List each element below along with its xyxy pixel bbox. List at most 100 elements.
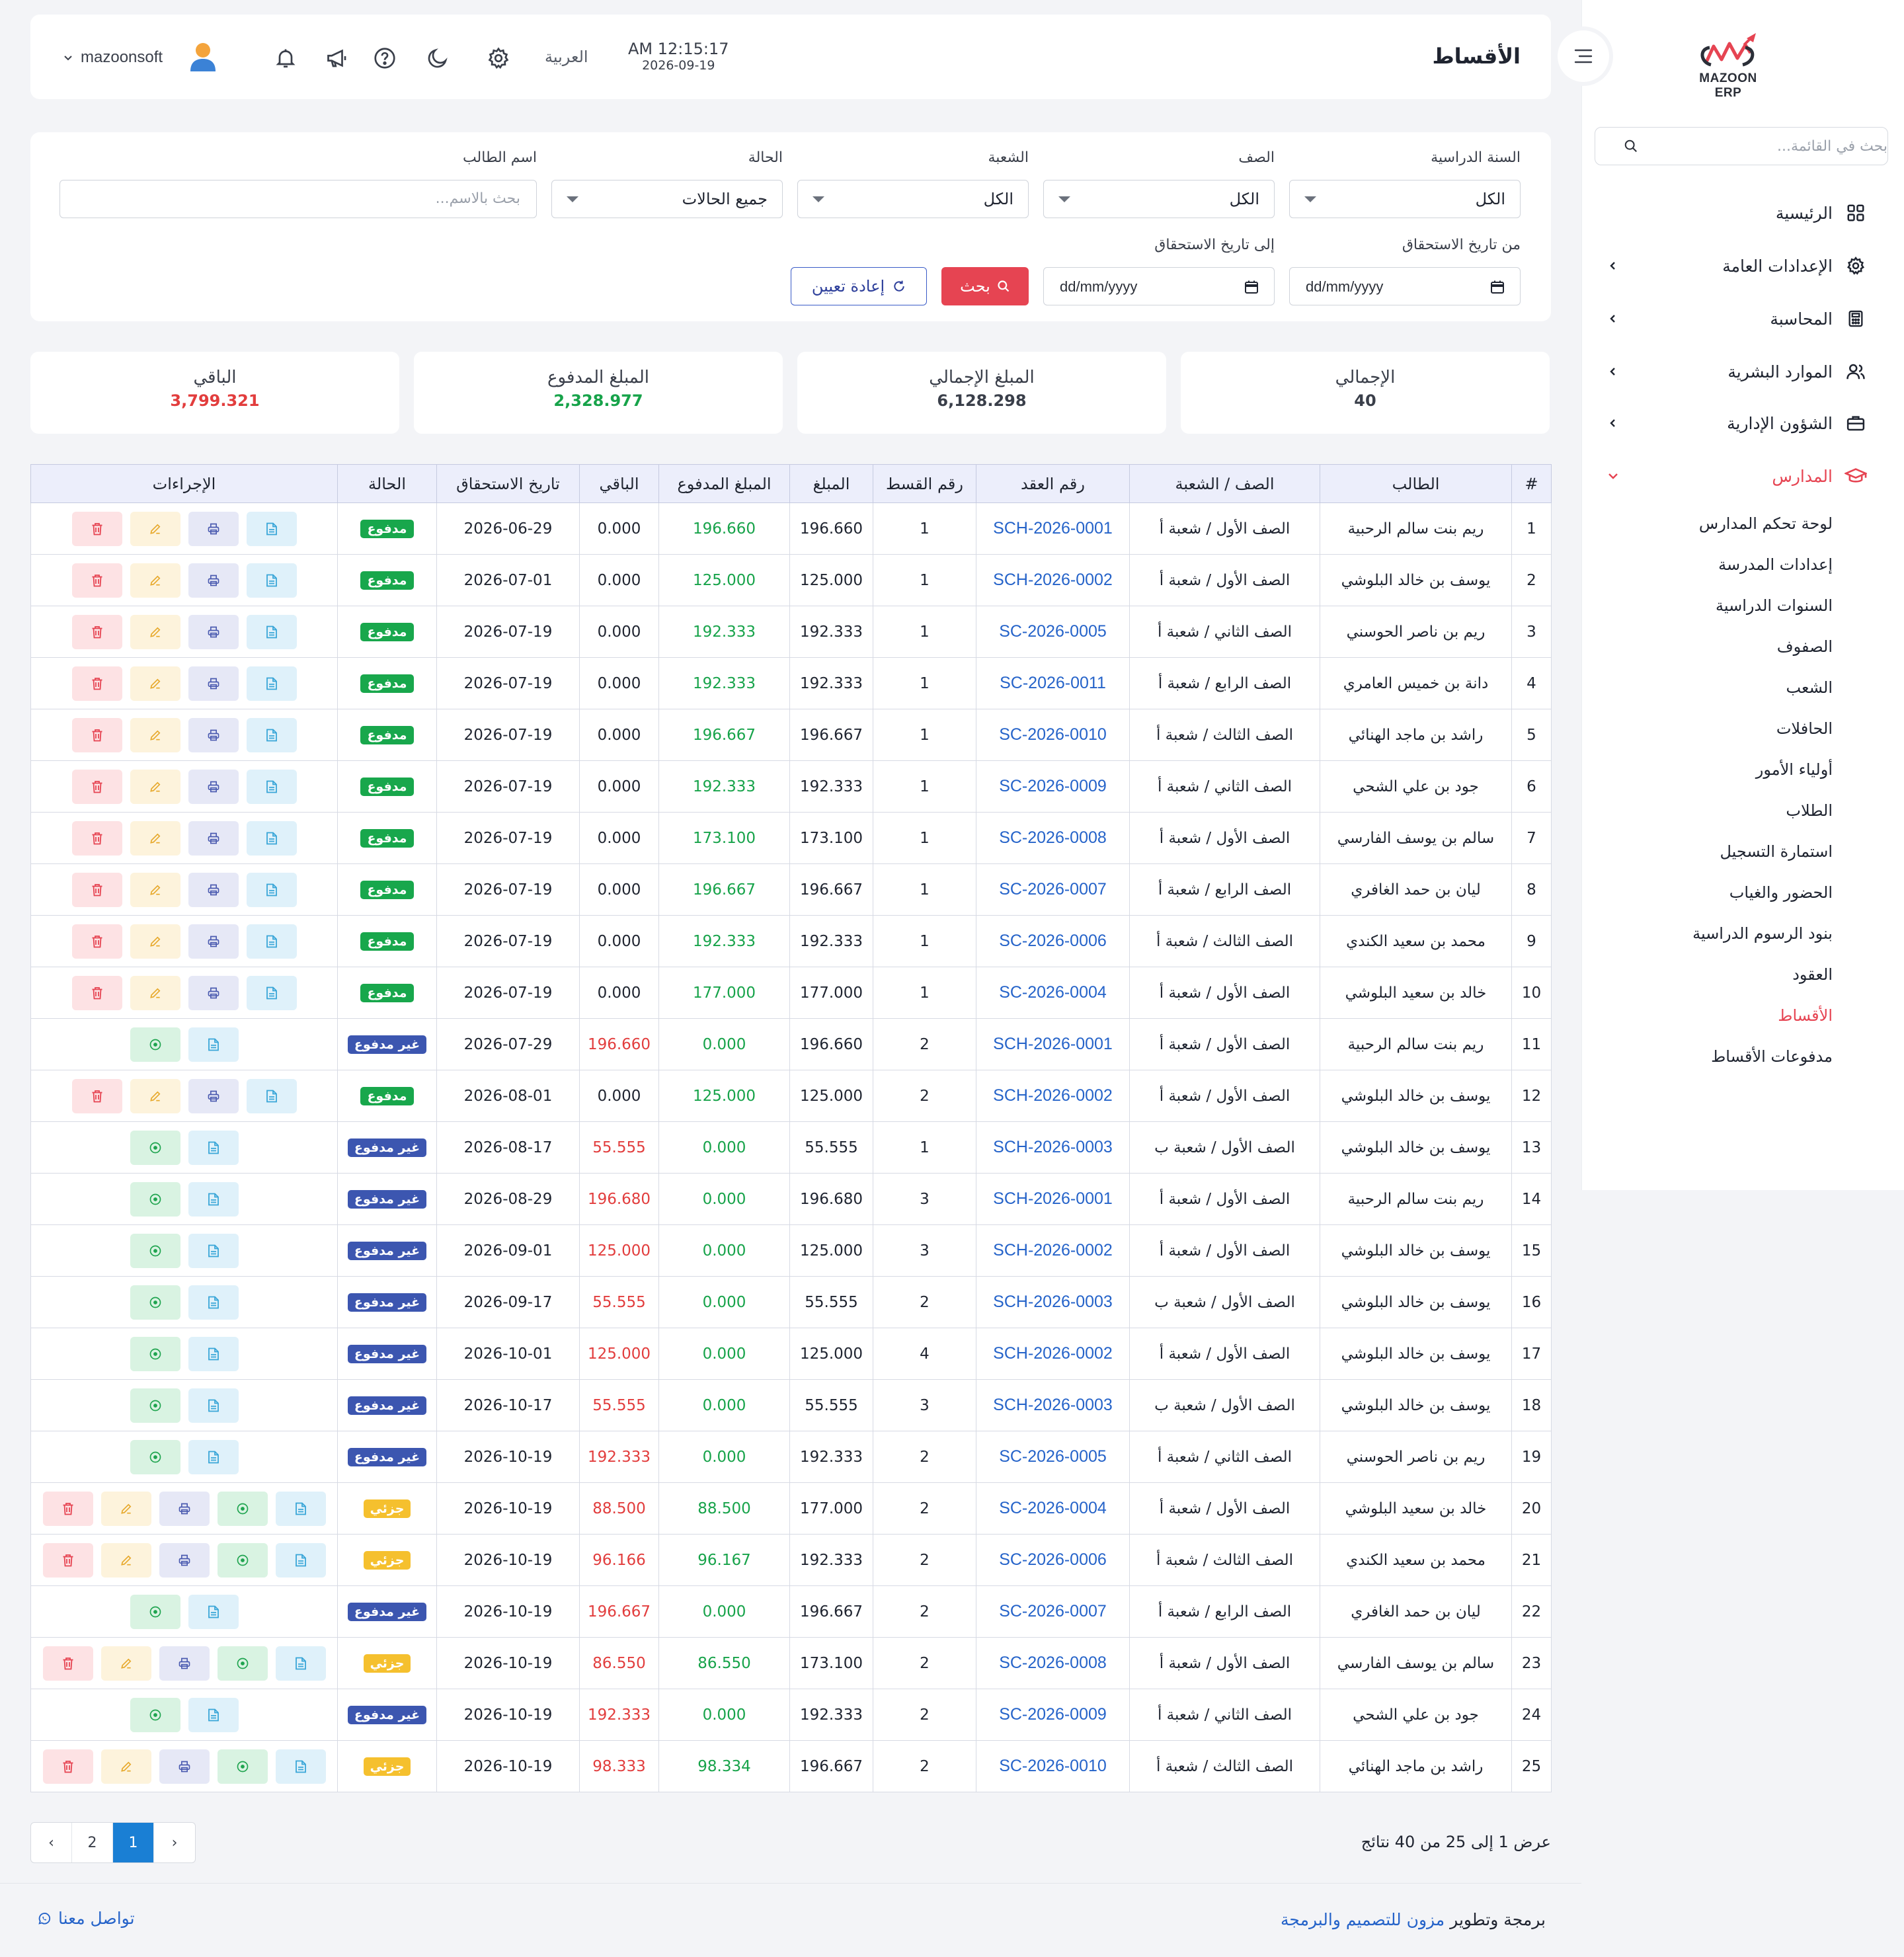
contract-number[interactable]: SCH-2026-0002 [976,554,1130,606]
help-icon[interactable] [370,44,399,73]
sidebar-subitem[interactable]: العقود [1792,965,1833,984]
pagination-page[interactable]: 1 [113,1823,154,1862]
sidebar-search-input[interactable] [1649,138,1887,155]
edit-button[interactable] [100,1491,151,1526]
to-date-input[interactable]: dd/mm/yyyy [1043,267,1275,305]
status-select[interactable]: جميع الحالات [551,180,783,218]
view-button[interactable] [188,1388,239,1423]
pay-button[interactable] [130,1285,180,1320]
print-button[interactable] [188,975,239,1010]
delete-button[interactable] [71,614,122,649]
view-button[interactable] [188,1027,239,1062]
contract-number[interactable]: SC-2026-0006 [976,915,1130,967]
sidebar-subitem[interactable]: أولياء الأمور [1756,760,1833,779]
sidebar-item-general-settings[interactable]: الإعدادات العامة [1581,246,1904,286]
delete-button[interactable] [71,924,122,959]
sidebar-subitem[interactable]: السنوات الدراسية [1716,596,1833,615]
view-button[interactable] [188,1285,239,1320]
pay-button[interactable] [217,1542,268,1578]
sidebar-subitem[interactable]: الحضور والغياب [1729,883,1833,902]
view-button[interactable] [246,666,297,701]
pay-button[interactable] [217,1491,268,1526]
contract-number[interactable]: SCH-2026-0002 [976,1224,1130,1277]
view-button[interactable] [275,1749,326,1784]
sidebar-item-schools[interactable]: المدارس [1581,456,1904,496]
pay-button[interactable] [130,1233,180,1268]
print-button[interactable] [188,511,239,546]
view-button[interactable] [246,717,297,752]
view-button[interactable] [275,1646,326,1681]
contract-number[interactable]: SC-2026-0007 [976,1585,1130,1638]
delete-button[interactable] [71,717,122,752]
contract-number[interactable]: SC-2026-0007 [976,863,1130,916]
contract-number[interactable]: SCH-2026-0001 [976,1173,1130,1225]
contract-number[interactable]: SCH-2026-0003 [976,1121,1130,1174]
sidebar-subitem[interactable]: لوحة تحكم المدارس [1699,514,1833,533]
contract-number[interactable]: SC-2026-0008 [976,1637,1130,1689]
language-switch[interactable]: العربية [545,48,588,66]
sidebar-subitem[interactable]: استمارة التسجيل [1720,842,1833,861]
contract-number[interactable]: SC-2026-0004 [976,967,1130,1019]
view-button[interactable] [246,820,297,856]
pay-button[interactable] [130,1336,180,1371]
delete-button[interactable] [71,1078,122,1113]
pay-button[interactable] [130,1594,180,1629]
view-button[interactable] [188,1594,239,1629]
delete-button[interactable] [42,1646,93,1681]
print-button[interactable] [188,666,239,701]
pay-button[interactable] [217,1749,268,1784]
sidebar-search[interactable] [1595,127,1888,165]
edit-button[interactable] [130,924,180,959]
print-button[interactable] [159,1749,210,1784]
contract-number[interactable]: SC-2026-0011 [976,657,1130,709]
contract-number[interactable]: SC-2026-0010 [976,1740,1130,1792]
megaphone-icon[interactable] [323,44,352,73]
pagination-page[interactable]: 2 [72,1823,113,1862]
credit-link[interactable]: مزون للتصميم والبرمجة [1281,1910,1445,1929]
view-button[interactable] [188,1439,239,1474]
edit-button[interactable] [130,511,180,546]
contract-number[interactable]: SC-2026-0006 [976,1534,1130,1586]
pay-button[interactable] [130,1388,180,1423]
search-button[interactable]: بحث [941,267,1029,305]
pay-button[interactable] [130,1130,180,1165]
view-button[interactable] [246,614,297,649]
sidebar-subitem[interactable]: الأقساط [1778,1006,1833,1025]
sidebar-subitem[interactable]: الحافلات [1776,719,1833,738]
contract-number[interactable]: SCH-2026-0003 [976,1379,1130,1431]
print-button[interactable] [188,769,239,804]
print-button[interactable] [188,614,239,649]
contact-link[interactable]: تواصل معنا [37,1909,135,1928]
contract-number[interactable]: SC-2026-0005 [976,1431,1130,1483]
sidebar-subitem[interactable]: إعدادات المدرسة [1718,555,1833,574]
edit-button[interactable] [130,1078,180,1113]
contract-number[interactable]: SCH-2026-0001 [976,1018,1130,1070]
contract-number[interactable]: SCH-2026-0002 [976,1070,1130,1122]
search-icon[interactable] [1612,139,1649,153]
pay-button[interactable] [130,1027,180,1062]
pay-button[interactable] [130,1439,180,1474]
sidebar-subitem[interactable]: الشعب [1786,678,1833,697]
view-button[interactable] [188,1233,239,1268]
contract-number[interactable]: SC-2026-0009 [976,760,1130,813]
user-menu[interactable]: mazoonsoft [61,41,218,74]
edit-button[interactable] [130,563,180,598]
pay-button[interactable] [217,1646,268,1681]
view-button[interactable] [246,769,297,804]
calendar-icon[interactable] [1489,279,1505,298]
view-button[interactable] [246,924,297,959]
contract-number[interactable]: SC-2026-0008 [976,812,1130,864]
reset-button[interactable]: إعادة تعيين [791,267,927,305]
contract-number[interactable]: SC-2026-0005 [976,606,1130,658]
logo[interactable]: MAZOON ERP [1687,29,1769,100]
edit-button[interactable] [100,1749,151,1784]
view-button[interactable] [188,1130,239,1165]
calendar-icon[interactable] [1244,279,1259,298]
sidebar-subitem[interactable]: بنود الرسوم الدراسية [1692,924,1833,943]
pagination-prev[interactable]: ‹ [31,1823,72,1862]
delete-button[interactable] [71,975,122,1010]
contract-number[interactable]: SCH-2026-0003 [976,1276,1130,1328]
edit-button[interactable] [130,975,180,1010]
menu-toggle-button[interactable] [1558,30,1609,82]
pay-button[interactable] [130,1697,180,1732]
